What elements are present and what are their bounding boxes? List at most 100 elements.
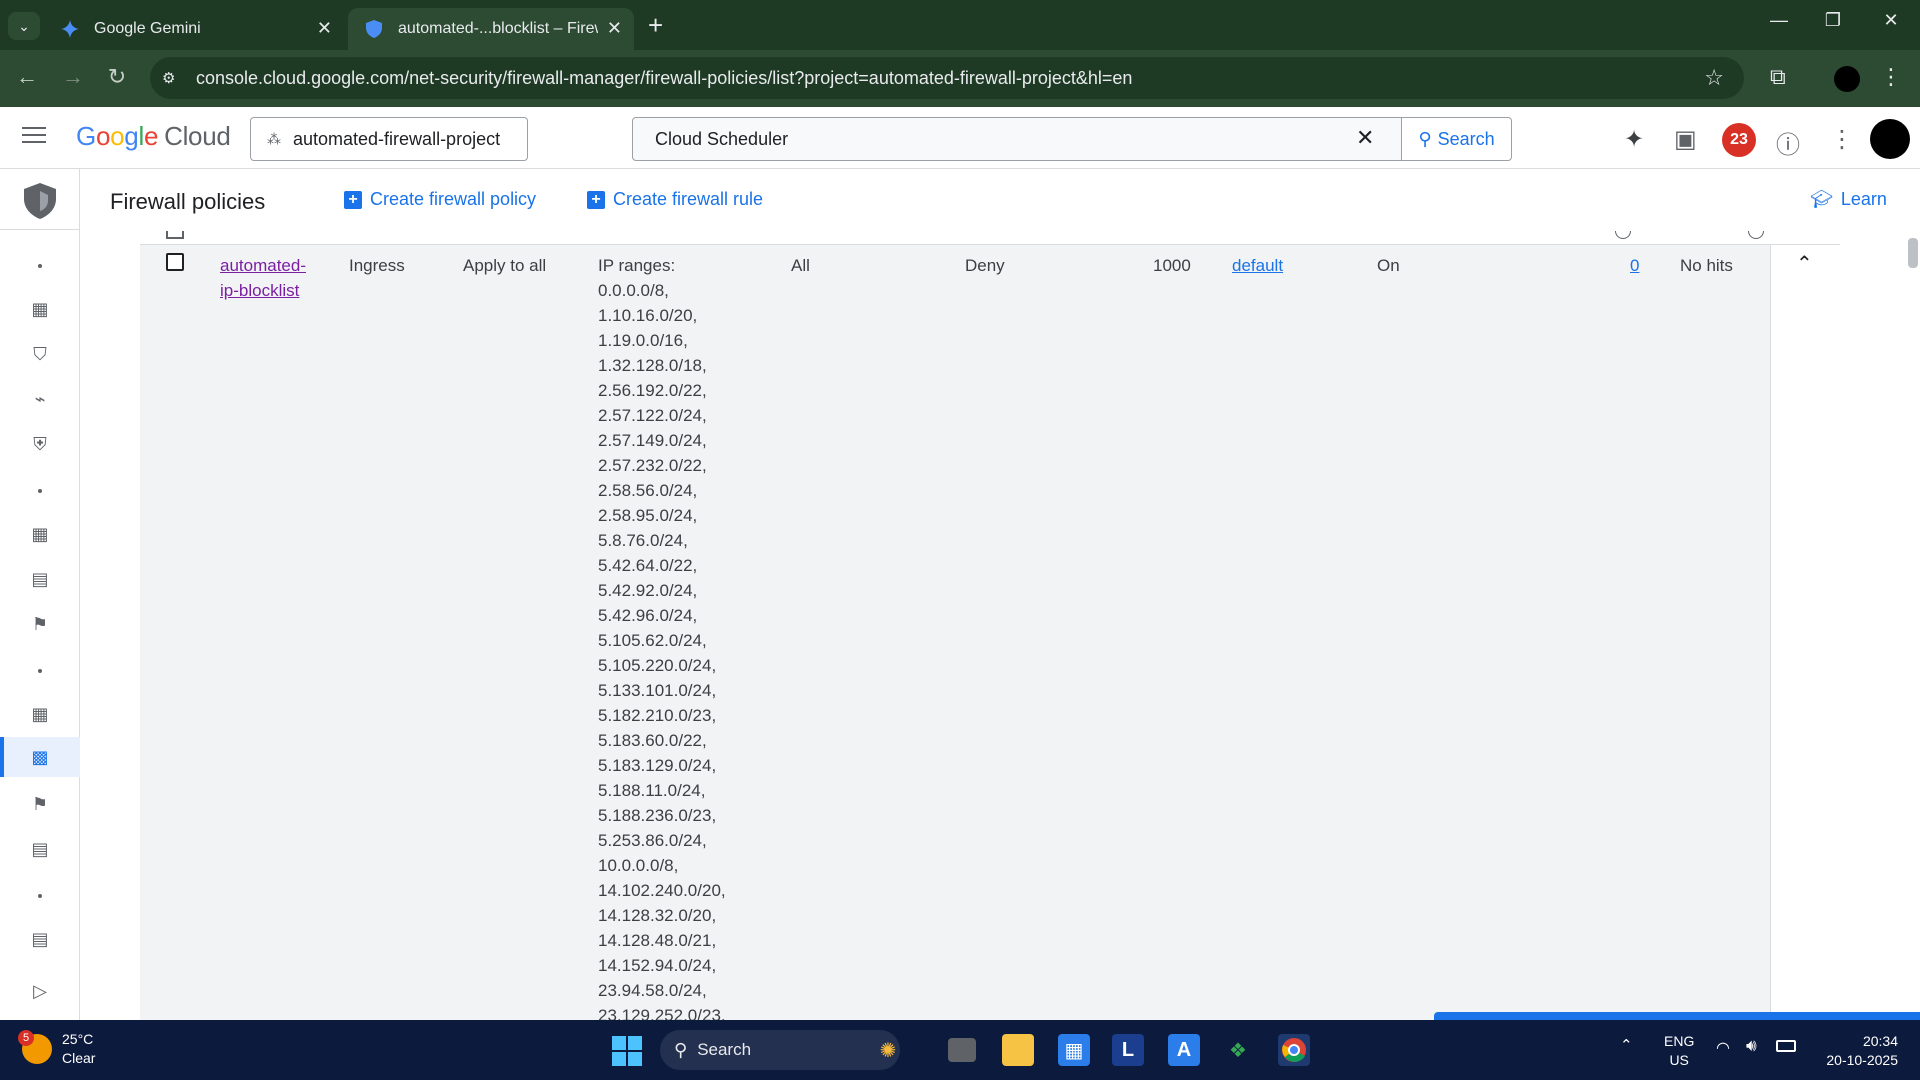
ip-range-item: 23.129.252.0/23, [598,1006,726,1020]
close-window-icon[interactable]: ✕ [1876,10,1906,31]
browser-tab-bar: ⌄ Google Gemini ✕ automated-...blocklist… [0,0,1920,50]
learn-button[interactable]: 🎓︎ Learn [1810,189,1887,210]
forward-icon[interactable]: → [58,64,88,90]
network-security-icon[interactable] [24,183,56,219]
hit-count-link[interactable]: 0 [1630,253,1639,278]
ip-range-item: 23.94.58.0/24, [598,981,707,1000]
reload-icon[interactable]: ↻ [102,64,132,90]
bottom-panel-tab[interactable] [1434,1012,1920,1020]
create-firewall-policy-button[interactable]: + Create firewall policy [344,189,536,210]
page-scrollbar[interactable] [1906,231,1920,1020]
insights-icon[interactable]: ⌁ [0,379,80,419]
logo-letter: G [76,121,96,151]
battery-icon[interactable] [1776,1040,1796,1052]
ip-range-item: 1.32.128.0/18, [598,356,707,375]
app-green-icon[interactable]: ❖ [1222,1034,1254,1066]
cloud-shell-icon[interactable]: ▣ [1674,125,1697,154]
app-l-icon[interactable]: L [1112,1034,1144,1066]
document-icon[interactable]: ▤ [0,829,80,869]
chevron-up-icon[interactable]: ⌃ [1796,251,1813,276]
search-input[interactable]: Cloud Scheduler [632,117,1402,161]
volume-icon[interactable]: 🔊︎ [1746,1036,1757,1056]
shield-icon [364,19,384,39]
rule-name-line: automated- [220,256,306,275]
left-nav-rail: ▦ ⛉ ⌁ ⛨ ▦ ▤ ⚑ ▦ ▩ ⚑ ▤ ▤ ▷ [0,169,80,1020]
rule-type: Ingress [349,256,405,275]
settings-menu-icon[interactable]: ⋮ [1830,125,1854,154]
browser-tab-gemini[interactable]: Google Gemini ✕ [44,8,344,50]
document-icon[interactable]: ▤ [0,919,80,959]
store-icon[interactable]: ▦ [1058,1034,1090,1066]
ip-range-item: 5.182.210.0/23, [598,706,717,725]
ip-range-item: 14.152.94.0/24, [598,956,717,975]
logo-letter: e [143,121,159,151]
school-icon: 🎓︎ [1810,189,1833,209]
page-title: Firewall policies [110,189,266,214]
clock[interactable]: 20:34 20-10-2025 [1818,1032,1898,1070]
ip-range-item: 5.253.86.0/24, [598,831,707,850]
bookmark-star-icon[interactable]: ☆ [1704,65,1724,91]
site-info-icon[interactable]: ⚙ [162,69,182,87]
new-tab-button[interactable]: + [648,10,663,41]
task-view-icon[interactable] [948,1038,976,1062]
main-menu-icon[interactable] [22,127,46,145]
network-icon[interactable]: ⚑ [0,604,80,644]
restore-icon[interactable]: ❐ [1818,10,1848,31]
browser-menu-icon[interactable]: ⋮ [1880,64,1902,90]
browser-tab-firewall[interactable]: automated-...blocklist – Firewall ✕ [348,8,634,50]
back-icon[interactable]: ← [12,64,42,90]
windows-start-icon[interactable] [612,1036,642,1066]
wifi-icon[interactable]: ◠ [1716,1038,1730,1058]
extensions-icon[interactable]: ⧉ [1770,64,1786,90]
gemini-sparkle-icon[interactable]: ✦ [1624,125,1644,154]
help-icon[interactable]: ⓘ [1776,125,1800,160]
dashboard-icon[interactable]: ▦ [0,289,80,329]
network-link[interactable]: default [1232,253,1283,278]
taskbar-search[interactable]: ⚲ Search [660,1030,900,1070]
expanded-row-background [140,231,1840,1020]
dashboard-icon[interactable]: ▦ [0,514,80,554]
weather-widget[interactable]: 5 25°C Clear [18,1030,95,1068]
create-policy-label: Create firewall policy [370,189,537,209]
rail-divider [0,229,80,230]
app-a-icon[interactable]: A [1168,1034,1200,1066]
clear-search-icon[interactable]: ✕ [1356,125,1374,151]
search-button[interactable]: ⚲ Search [1401,117,1512,161]
rail-dot [38,489,42,493]
row-checkbox[interactable] [166,253,184,271]
select-all-checkbox[interactable] [166,231,184,239]
project-picker[interactable]: ⁂ automated-firewall-project [250,117,528,161]
temperature: 25°C [62,1031,94,1047]
close-tab-icon[interactable]: ✕ [317,18,332,39]
firewall-icon[interactable]: ▩ [0,737,80,777]
ip-range-item: 1.19.0.0/16, [598,331,688,350]
document-icon[interactable]: ▤ [0,559,80,599]
address-bar[interactable]: ⚙ console.cloud.google.com/net-security/… [150,57,1744,99]
create-firewall-rule-button[interactable]: + Create firewall rule [587,189,763,210]
expand-rail-icon[interactable]: ▷ [0,971,80,1011]
google-cloud-logo[interactable]: Google Cloud [76,121,231,152]
last-hit: No hits [1680,256,1733,275]
shield-icon[interactable]: ⛉ [0,334,80,374]
chrome-icon[interactable] [1278,1034,1310,1066]
avatar[interactable] [1870,119,1910,159]
profile-avatar[interactable] [1834,66,1860,92]
close-tab-icon[interactable]: ✕ [607,18,622,39]
rule-name-link[interactable]: automated- ip-blocklist [220,253,320,303]
festival-icon[interactable]: ✺ [872,1034,904,1066]
ip-range-item: 5.42.92.0/24, [598,581,698,600]
filters-label: IP ranges: [598,256,676,275]
language-indicator[interactable]: ENG US [1664,1032,1694,1070]
network-icon[interactable]: ⚑ [0,784,80,824]
chevron-up-icon[interactable]: ⌃ [1620,1036,1633,1054]
ip-range-item: 14.102.240.0/20, [598,881,726,900]
file-explorer-icon[interactable] [1002,1034,1034,1066]
tab-search-button[interactable]: ⌄ [8,12,40,40]
minimize-icon[interactable]: — [1764,10,1794,31]
create-rule-label: Create firewall rule [613,189,764,209]
security-icon[interactable]: ⛨ [0,424,80,464]
scrollbar-thumb[interactable] [1908,238,1918,268]
notifications-badge[interactable]: 23 [1722,123,1756,157]
dashboard-icon[interactable]: ▦ [0,694,80,734]
ip-range-item: 2.58.95.0/24, [598,506,698,525]
